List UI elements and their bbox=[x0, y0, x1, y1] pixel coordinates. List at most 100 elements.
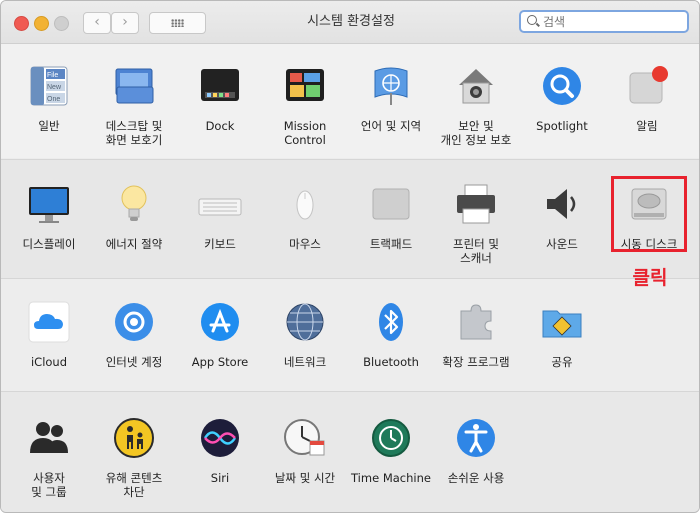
pane-time-machine[interactable]: Time Machine bbox=[348, 415, 434, 485]
pane-label: 공유 bbox=[551, 355, 573, 369]
zoom-window-button[interactable] bbox=[54, 16, 69, 31]
pane-label: Time Machine bbox=[351, 471, 431, 485]
pane-parental-controls[interactable]: 유해 콘텐츠 차단 bbox=[91, 415, 177, 499]
pane-label: 마우스 bbox=[289, 237, 321, 251]
pane-label: Mission Control bbox=[283, 119, 327, 147]
close-window-button[interactable] bbox=[14, 16, 29, 31]
pane-security-privacy[interactable]: 보안 및 개인 정보 보호 bbox=[433, 63, 519, 147]
pane-label: 디스플레이 bbox=[22, 237, 76, 251]
search-icon bbox=[527, 15, 537, 25]
pane-accessibility[interactable]: 손쉬운 사용 bbox=[433, 415, 519, 485]
magnifier-icon bbox=[539, 63, 585, 109]
puzzle-piece-icon bbox=[453, 299, 499, 345]
speaker-icon bbox=[539, 181, 585, 227]
desktop-screensaver-icon bbox=[111, 63, 157, 109]
pane-bluetooth[interactable]: Bluetooth bbox=[348, 299, 434, 369]
mission-control-icon bbox=[282, 63, 328, 109]
pane-users-groups[interactable]: 사용자 및 그룹 bbox=[6, 415, 92, 499]
pane-label: 유해 콘텐츠 차단 bbox=[105, 471, 163, 499]
pane-label: 보안 및 개인 정보 보호 bbox=[440, 119, 512, 147]
lightbulb-icon bbox=[111, 181, 157, 227]
pane-mission-control[interactable]: Mission Control bbox=[262, 63, 348, 147]
pane-notifications[interactable]: 알림 bbox=[604, 63, 690, 133]
parental-controls-icon bbox=[111, 415, 157, 461]
accessibility-icon bbox=[453, 415, 499, 461]
pane-app-store[interactable]: App Store bbox=[177, 299, 263, 369]
general-icon-text-1: File bbox=[47, 72, 58, 79]
pane-label: 인터넷 계정 bbox=[105, 355, 163, 369]
pane-trackpad[interactable]: 트랙패드 bbox=[348, 181, 434, 251]
general-icon-text-3: One bbox=[47, 96, 60, 103]
pane-label: Dock bbox=[205, 119, 235, 133]
pane-label: App Store bbox=[191, 355, 249, 369]
network-globe-icon bbox=[282, 299, 328, 345]
general-icon-text-2: New bbox=[47, 84, 62, 91]
trackpad-icon bbox=[368, 181, 414, 227]
pane-label: 손쉬운 사용 bbox=[447, 471, 505, 485]
back-button[interactable]: ‹ bbox=[83, 12, 111, 34]
window-title: 시스템 환경설정 bbox=[307, 14, 395, 29]
pane-label: 에너지 절약 bbox=[105, 237, 163, 251]
pane-label: 언어 및 지역 bbox=[360, 119, 422, 133]
search-input[interactable] bbox=[543, 14, 683, 29]
pane-label: Spotlight bbox=[536, 119, 588, 133]
bluetooth-icon bbox=[368, 299, 414, 345]
system-preferences-window: ‹ › 시스템 환경설정 File New One 일반 bbox=[0, 0, 700, 513]
sharing-folder-icon bbox=[539, 299, 585, 345]
pane-label: 알림 bbox=[636, 119, 658, 133]
pane-keyboard[interactable]: 키보드 bbox=[177, 181, 263, 251]
pane-internet-accounts[interactable]: 인터넷 계정 bbox=[91, 299, 177, 369]
click-annotation: 클릭 bbox=[632, 267, 668, 289]
pane-mouse[interactable]: 마우스 bbox=[262, 181, 348, 251]
users-icon bbox=[26, 415, 72, 461]
pane-label: 네트워크 bbox=[283, 355, 327, 369]
pane-icloud[interactable]: iCloud bbox=[6, 299, 92, 369]
siri-icon bbox=[197, 415, 243, 461]
startup-disk-highlight-box bbox=[611, 176, 687, 252]
pane-label: Bluetooth bbox=[363, 355, 419, 369]
pane-sharing[interactable]: 공유 bbox=[519, 299, 605, 369]
at-sign-icon bbox=[111, 299, 157, 345]
pane-spotlight[interactable]: Spotlight bbox=[519, 63, 605, 133]
flag-globe-icon bbox=[368, 63, 414, 109]
pane-label: 프린터 및 스캐너 bbox=[453, 237, 499, 265]
pane-dock[interactable]: Dock bbox=[177, 63, 263, 133]
minimize-window-button[interactable] bbox=[34, 16, 49, 31]
pane-sound[interactable]: 사운드 bbox=[519, 181, 605, 251]
pane-label: 사용자 및 그룹 bbox=[31, 471, 67, 499]
house-lock-icon bbox=[453, 63, 499, 109]
pane-label: 사운드 bbox=[546, 237, 578, 251]
grid-icon bbox=[171, 19, 184, 27]
search-field[interactable] bbox=[519, 10, 689, 33]
general-icon: File New One bbox=[26, 63, 72, 109]
pane-label: 데스크탑 및 화면 보호기 bbox=[105, 119, 163, 147]
pane-label: Siri bbox=[210, 471, 230, 485]
pane-language-region[interactable]: 언어 및 지역 bbox=[348, 63, 434, 133]
time-machine-icon bbox=[368, 415, 414, 461]
show-all-button[interactable] bbox=[149, 12, 206, 34]
pane-siri[interactable]: Siri bbox=[177, 415, 263, 485]
pane-printers-scanners[interactable]: 프린터 및 스캐너 bbox=[433, 181, 519, 265]
pane-network[interactable]: 네트워크 bbox=[262, 299, 348, 369]
keyboard-icon bbox=[197, 181, 243, 227]
forward-button[interactable]: › bbox=[111, 12, 139, 34]
pane-label: 날짜 및 시간 bbox=[274, 471, 336, 485]
app-store-icon bbox=[197, 299, 243, 345]
printer-icon bbox=[453, 181, 499, 227]
pane-label: 확장 프로그램 bbox=[442, 355, 510, 369]
pane-general[interactable]: File New One 일반 bbox=[6, 63, 92, 133]
cloud-icon bbox=[26, 299, 72, 345]
mouse-icon bbox=[282, 181, 328, 227]
pane-label: 키보드 bbox=[204, 237, 236, 251]
pane-energy-saver[interactable]: 에너지 절약 bbox=[91, 181, 177, 251]
clock-calendar-icon bbox=[282, 415, 328, 461]
pane-label: 일반 bbox=[38, 119, 60, 133]
pane-displays[interactable]: 디스플레이 bbox=[6, 181, 92, 251]
notification-badge-icon bbox=[624, 63, 670, 109]
pane-date-time[interactable]: 날짜 및 시간 bbox=[262, 415, 348, 485]
pane-extensions[interactable]: 확장 프로그램 bbox=[433, 299, 519, 369]
title-bar: ‹ › 시스템 환경설정 bbox=[1, 1, 699, 44]
pane-desktop-screensaver[interactable]: 데스크탑 및 화면 보호기 bbox=[91, 63, 177, 147]
pane-label: 트랙패드 bbox=[369, 237, 413, 251]
pane-label: iCloud bbox=[30, 355, 68, 369]
